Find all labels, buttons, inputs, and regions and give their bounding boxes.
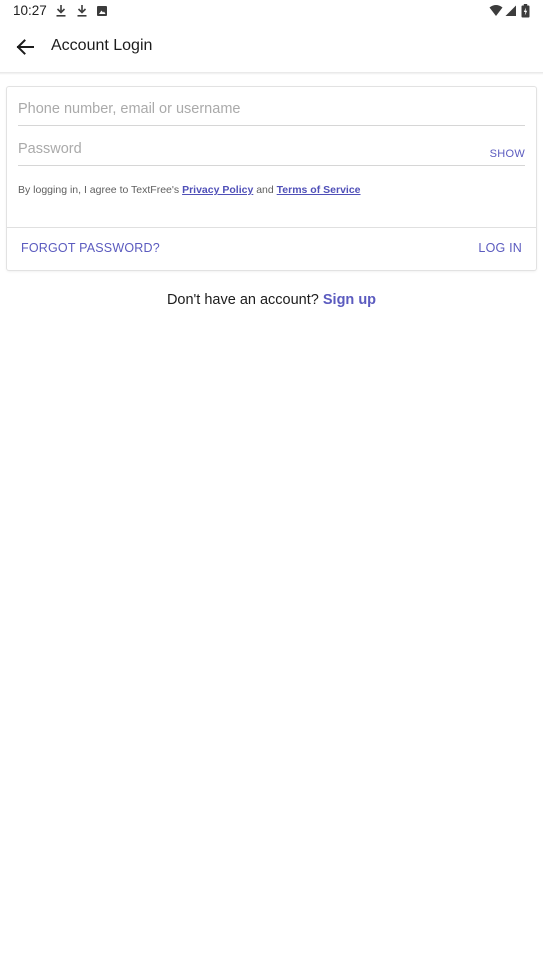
photo-icon [97, 6, 107, 16]
privacy-policy-link[interactable]: Privacy Policy [182, 184, 253, 196]
log-in-button[interactable]: LOG IN [478, 241, 522, 255]
status-bar: 10:27 [0, 0, 543, 22]
app-bar: Account Login [0, 22, 543, 72]
terms-prefix: By logging in, I agree to TextFree's [18, 184, 183, 196]
sign-up-link[interactable]: Sign up [323, 292, 376, 308]
signup-prompt: Don't have an account? Sign up [0, 292, 543, 308]
battery-icon [521, 4, 530, 18]
download-icon [56, 5, 66, 17]
show-password-button[interactable]: SHOW [490, 148, 525, 160]
app-bar-shadow [0, 72, 543, 75]
username-input[interactable] [18, 95, 525, 123]
page-title: Account Login [51, 37, 153, 54]
arrow-back-icon[interactable] [12, 34, 38, 60]
password-input[interactable] [18, 135, 458, 163]
terms-and: and [253, 184, 277, 196]
username-field-container [18, 95, 525, 126]
terms-notice: By logging in, I agree to TextFree's Pri… [18, 184, 361, 196]
wifi-icon [489, 5, 503, 16]
login-card: SHOW By logging in, I agree to TextFree'… [7, 87, 536, 270]
status-time: 10:27 [13, 3, 47, 18]
signal-icon [505, 5, 516, 16]
terms-of-service-link[interactable]: Terms of Service [277, 184, 361, 196]
forgot-password-button[interactable]: FORGOT PASSWORD? [21, 241, 160, 255]
card-divider [7, 227, 536, 228]
download-icon [77, 5, 87, 17]
password-field-container: SHOW [18, 135, 525, 166]
signup-prompt-text: Don't have an account? [166, 292, 323, 308]
